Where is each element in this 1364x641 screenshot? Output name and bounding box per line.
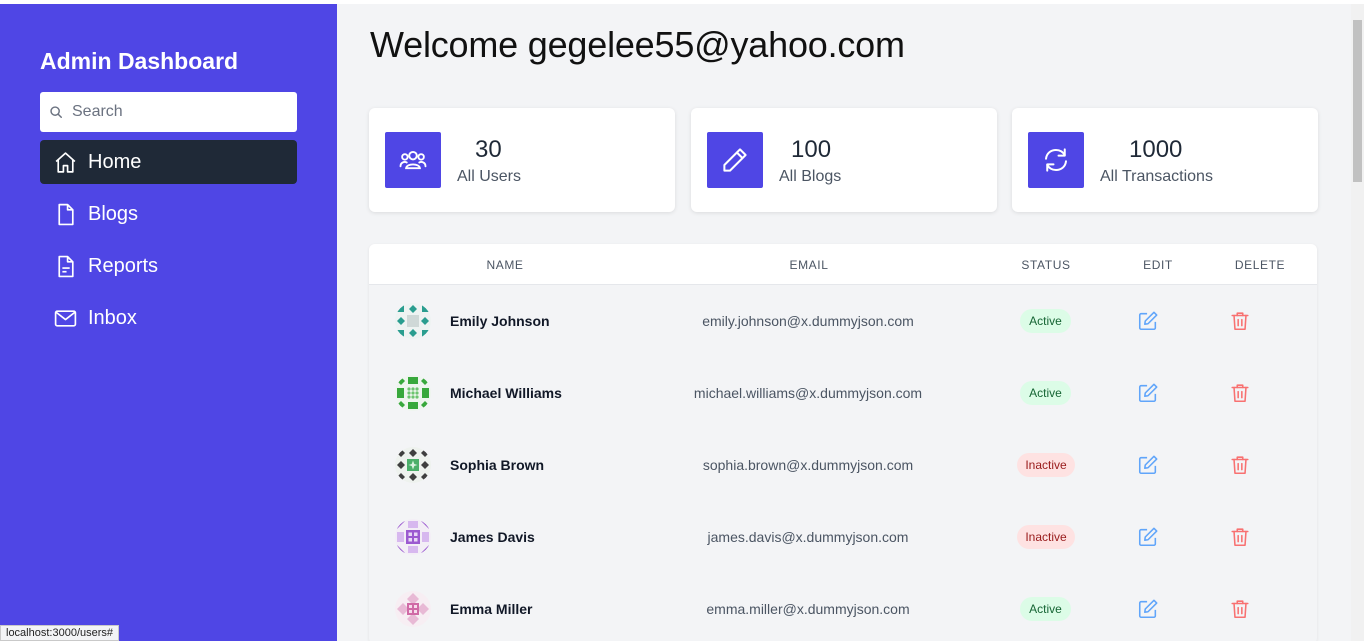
column-header-name: NAME bbox=[486, 258, 524, 272]
status-badge: Active bbox=[1020, 381, 1071, 405]
search-box[interactable] bbox=[40, 92, 297, 132]
edit-icon[interactable] bbox=[1137, 598, 1159, 620]
stat-label: All Transactions bbox=[1100, 168, 1213, 185]
table-row: Emily Johnson emily.johnson@x.dummyjson.… bbox=[369, 285, 1317, 357]
user-name: Emma Miller bbox=[450, 601, 533, 617]
edit-icon[interactable] bbox=[1137, 526, 1159, 548]
mail-icon bbox=[54, 309, 77, 327]
user-name: James Davis bbox=[450, 529, 535, 545]
user-email: michael.williams@x.dummyjson.com bbox=[693, 385, 923, 401]
stat-label: All Blogs bbox=[779, 168, 842, 185]
avatar bbox=[395, 375, 431, 411]
report-icon bbox=[58, 255, 74, 277]
sidebar: Admin Dashboard Home Blogs Reports Inbox bbox=[0, 4, 337, 641]
stat-value: 100 bbox=[791, 136, 832, 163]
scrollbar-thumb[interactable] bbox=[1353, 20, 1362, 182]
avatar bbox=[395, 591, 431, 627]
user-name: Emily Johnson bbox=[450, 313, 550, 329]
browser-status-url: localhost:3000/users# bbox=[0, 625, 120, 641]
status-badge: Inactive bbox=[1017, 525, 1075, 549]
user-email: emily.johnson@x.dummyjson.com bbox=[702, 313, 914, 329]
edit-icon[interactable] bbox=[1137, 310, 1159, 332]
search-icon bbox=[50, 106, 62, 118]
sidebar-title: Admin Dashboard bbox=[40, 48, 239, 74]
stat-icon-box bbox=[707, 132, 763, 188]
column-header-delete: DELETE bbox=[1234, 258, 1286, 272]
page-title: Welcome gegelee55@yahoo.com bbox=[370, 24, 905, 65]
table-row: Sophia Brown sophia.brown@x.dummyjson.co… bbox=[369, 429, 1317, 501]
stat-card-transactions: 1000 All Transactions bbox=[1012, 108, 1318, 212]
edit-icon[interactable] bbox=[1137, 382, 1159, 404]
status-badge: Inactive bbox=[1017, 453, 1075, 477]
avatar bbox=[395, 519, 431, 555]
table-row: Michael Williams michael.williams@x.dumm… bbox=[369, 357, 1317, 429]
user-name: Michael Williams bbox=[450, 385, 562, 401]
column-header-edit: EDIT bbox=[1143, 258, 1173, 272]
trash-icon[interactable] bbox=[1229, 526, 1251, 548]
stat-value: 1000 bbox=[1129, 136, 1183, 163]
stat-card-blogs: 100 All Blogs bbox=[691, 108, 997, 212]
pencil-icon bbox=[723, 148, 747, 172]
sidebar-item-home[interactable]: Home bbox=[40, 140, 297, 184]
user-email: emma.miller@x.dummyjson.com bbox=[706, 601, 910, 617]
avatar bbox=[395, 303, 431, 339]
sidebar-item-label: Home bbox=[88, 150, 142, 173]
edit-icon[interactable] bbox=[1137, 454, 1159, 476]
main-content: Welcome gegelee55@yahoo.com 30 All Users… bbox=[337, 4, 1351, 641]
vertical-scrollbar[interactable] bbox=[1351, 4, 1364, 641]
user-email: sophia.brown@x.dummyjson.com bbox=[702, 457, 914, 473]
stat-icon-box bbox=[1028, 132, 1084, 188]
refresh-icon bbox=[1045, 148, 1067, 172]
stat-icon-box bbox=[385, 132, 441, 188]
sidebar-item-inbox[interactable]: Inbox bbox=[40, 296, 297, 340]
column-header-email: EMAIL bbox=[789, 258, 829, 272]
stat-card-users: 30 All Users bbox=[369, 108, 675, 212]
status-badge: Active bbox=[1020, 597, 1071, 621]
sidebar-item-reports[interactable]: Reports bbox=[40, 244, 297, 288]
sidebar-item-blogs[interactable]: Blogs bbox=[40, 192, 297, 236]
document-icon bbox=[58, 203, 74, 225]
trash-icon[interactable] bbox=[1229, 310, 1251, 332]
stat-label: All Users bbox=[457, 168, 522, 185]
user-email: james.davis@x.dummyjson.com bbox=[707, 529, 909, 545]
window-top-edge bbox=[0, 0, 1364, 4]
home-icon bbox=[55, 151, 76, 173]
stat-value: 30 bbox=[475, 136, 502, 163]
search-input[interactable] bbox=[72, 103, 282, 121]
user-name: Sophia Brown bbox=[450, 457, 545, 473]
avatar bbox=[395, 447, 431, 483]
sidebar-item-label: Blogs bbox=[88, 202, 139, 225]
users-icon bbox=[399, 150, 427, 170]
sidebar-item-label: Inbox bbox=[88, 306, 137, 329]
sidebar-item-label: Reports bbox=[88, 254, 159, 277]
trash-icon[interactable] bbox=[1229, 382, 1251, 404]
table-row: James Davis james.davis@x.dummyjson.com … bbox=[369, 501, 1317, 573]
status-badge: Active bbox=[1020, 309, 1071, 333]
trash-icon[interactable] bbox=[1229, 598, 1251, 620]
table-row: Emma Miller emma.miller@x.dummyjson.com … bbox=[369, 573, 1317, 641]
column-header-status: STATUS bbox=[1021, 258, 1071, 272]
users-table: NAME EMAIL STATUS EDIT DELETE Emily John… bbox=[369, 244, 1317, 641]
table-header: NAME EMAIL STATUS EDIT DELETE bbox=[369, 244, 1317, 285]
trash-icon[interactable] bbox=[1229, 454, 1251, 476]
